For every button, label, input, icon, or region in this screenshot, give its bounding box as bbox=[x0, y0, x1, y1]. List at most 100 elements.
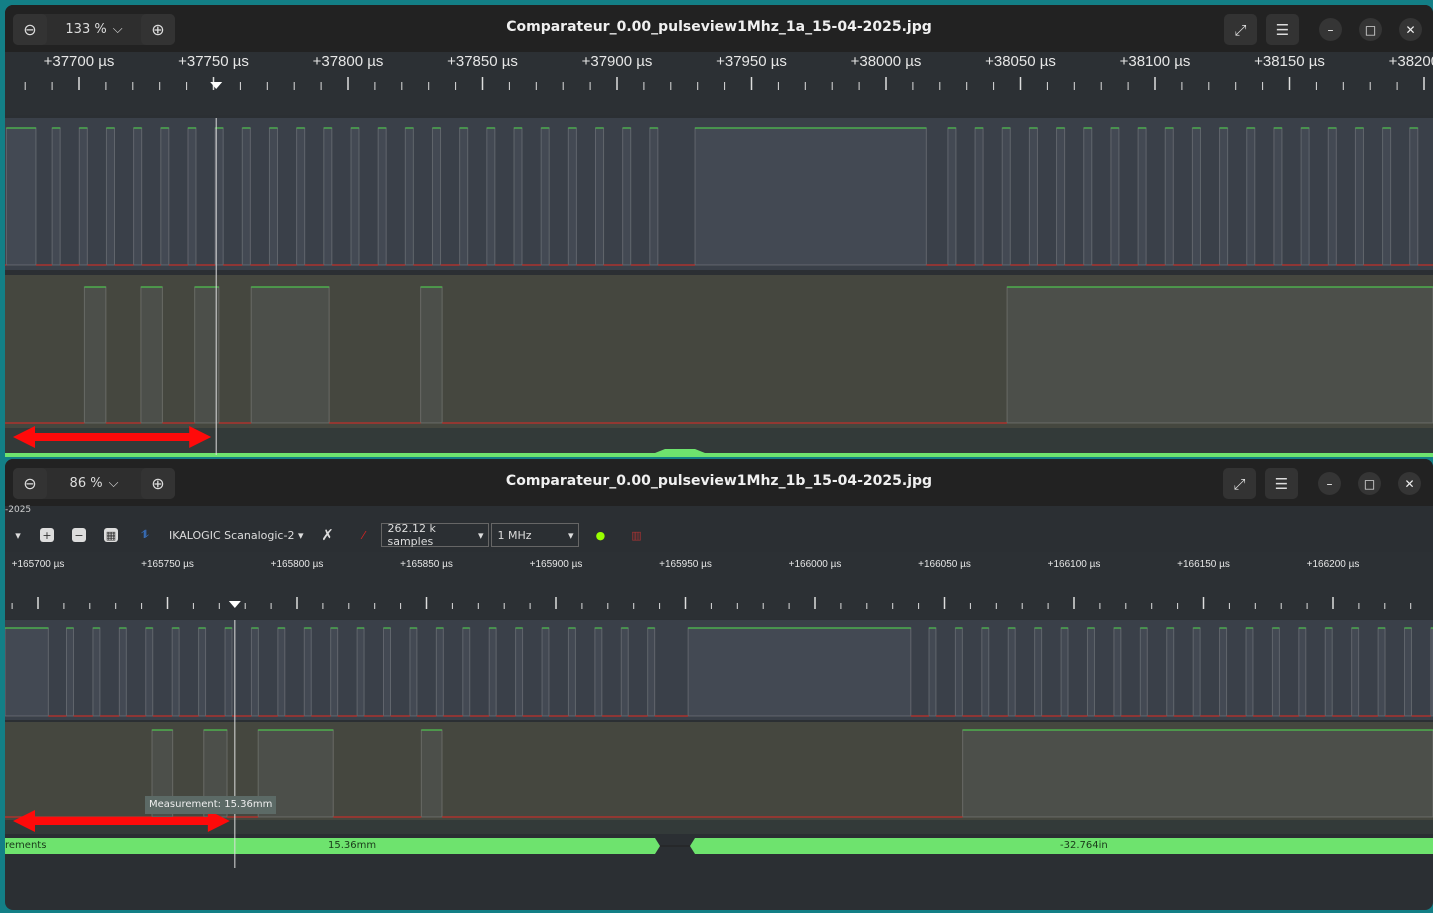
pulse-high bbox=[1324, 627, 1333, 717]
ruler-label: +165950 µs bbox=[659, 559, 712, 570]
pulse-high bbox=[377, 127, 387, 266]
ruler-label: +37950 µs bbox=[716, 53, 787, 70]
sample-rate-select[interactable]: 1 MHz ▾ bbox=[491, 523, 580, 547]
image-subtitle: -2025 bbox=[5, 505, 32, 515]
ruler-label: +166200 µs bbox=[1307, 559, 1360, 570]
sample-count: 262.12 k samples bbox=[387, 522, 436, 548]
grid-icon[interactable]: ▦ bbox=[104, 528, 118, 542]
pulse-high bbox=[5, 627, 49, 717]
pulse-high bbox=[541, 627, 550, 717]
pulse-high bbox=[118, 627, 127, 717]
pulse-high bbox=[1191, 127, 1201, 266]
ruler-label: +166150 µs bbox=[1177, 559, 1230, 570]
pulse-high bbox=[1219, 627, 1228, 717]
pulse-high bbox=[350, 127, 360, 266]
run-icon[interactable]: ● bbox=[591, 527, 609, 543]
cursor-markers-icon[interactable]: ⥮ bbox=[136, 527, 154, 543]
pulse-high bbox=[409, 627, 418, 717]
pulse-high bbox=[194, 286, 220, 424]
pulse-high bbox=[250, 286, 330, 424]
pulse-high bbox=[1001, 127, 1011, 266]
pulse-high bbox=[954, 627, 963, 717]
pulse-high bbox=[133, 127, 143, 266]
pulse-high bbox=[92, 627, 101, 717]
pulse-high bbox=[1382, 127, 1392, 266]
pulse-high bbox=[1006, 286, 1433, 424]
pulse-high bbox=[486, 127, 496, 266]
pulse-high bbox=[567, 127, 577, 266]
pulse-high bbox=[1028, 127, 1038, 266]
pulse-high bbox=[1086, 627, 1095, 717]
pulse-high bbox=[1246, 127, 1256, 266]
ruler-label: +165750 µs bbox=[141, 559, 194, 570]
pulse-high bbox=[1060, 627, 1069, 717]
pulse-high bbox=[224, 627, 233, 717]
pulse-high bbox=[1137, 127, 1147, 266]
pulse-high bbox=[687, 627, 912, 717]
pulse-high bbox=[1139, 627, 1148, 717]
pulse-high bbox=[1354, 127, 1364, 266]
pulse-high bbox=[1219, 127, 1229, 266]
probe-icon[interactable]: ⁄ bbox=[354, 527, 372, 543]
pulse-high bbox=[356, 627, 365, 717]
pulse-high bbox=[1300, 127, 1310, 266]
pulse-high bbox=[1083, 127, 1093, 266]
ruler-label: +165900 µs bbox=[530, 559, 583, 570]
pulse-high bbox=[622, 127, 632, 266]
pulse-high bbox=[1192, 627, 1201, 717]
pulse-high bbox=[515, 627, 524, 717]
pulse-high bbox=[250, 627, 259, 717]
logic-trace-view: +37700 µs +37750 µs +37800 µs +37850 µs +379… bbox=[5, 52, 1433, 457]
tools-icon[interactable]: ✗ bbox=[318, 526, 336, 544]
pulse-high bbox=[540, 127, 550, 266]
device-selector[interactable]: IKALOGIC Scanalogic-2 ▾ bbox=[169, 529, 303, 542]
pulse-high bbox=[431, 127, 442, 266]
ruler-label: +38100 µs bbox=[1120, 53, 1191, 70]
pulse-high bbox=[420, 286, 443, 424]
ruler-label: +166100 µs bbox=[1048, 559, 1101, 570]
pulse-high bbox=[51, 127, 61, 266]
pulse-high bbox=[187, 127, 197, 266]
dropdown-arrow-icon[interactable]: ▾ bbox=[9, 527, 27, 543]
add-icon[interactable]: + bbox=[40, 528, 54, 542]
pulseview-toolbar: ▾ + − ▦ ⥮ IKALOGIC Scanalogic-2 ▾ ✗ ⁄ 26… bbox=[5, 518, 1433, 552]
pulse-high bbox=[1110, 127, 1120, 266]
pulse-high bbox=[488, 627, 497, 717]
pulse-high bbox=[241, 127, 251, 266]
ruler-label: +166000 µs bbox=[789, 559, 842, 570]
pulse-high bbox=[268, 127, 279, 266]
pulse-high bbox=[620, 627, 629, 717]
pulse-high bbox=[974, 127, 984, 266]
pulse-high bbox=[649, 127, 659, 266]
remove-icon[interactable]: − bbox=[72, 528, 86, 542]
sample-count-select[interactable]: 262.12 k samples ▾ bbox=[381, 522, 490, 548]
ruler-label: +165850 µs bbox=[400, 559, 453, 570]
measurements-row-label: rements bbox=[5, 840, 47, 851]
pulse-high bbox=[1403, 627, 1412, 717]
device-name: IKALOGIC Scanalogic-2 bbox=[169, 528, 295, 542]
pulse-high bbox=[567, 627, 576, 717]
pulse-high bbox=[1271, 627, 1280, 717]
pulse-high bbox=[1113, 627, 1122, 717]
pulse-high bbox=[1327, 127, 1337, 266]
pulse-high bbox=[1273, 127, 1283, 266]
pulse-high bbox=[435, 627, 444, 717]
pulse-high bbox=[647, 627, 656, 717]
pulse-high bbox=[594, 627, 603, 717]
pulse-high bbox=[78, 127, 88, 266]
pulse-high bbox=[962, 729, 1433, 818]
pulse-high bbox=[459, 127, 469, 266]
pulse-high bbox=[1245, 627, 1254, 717]
pulse-high bbox=[462, 627, 471, 717]
pulse-high bbox=[330, 627, 339, 717]
pulse-high bbox=[303, 627, 312, 717]
stop-icon[interactable]: ▥ bbox=[627, 527, 645, 543]
pulse-high bbox=[105, 127, 116, 266]
pulse-high bbox=[981, 627, 990, 717]
image-viewer-window-top: ⊖ 133 % ⌵ ⊕ Comparateur_0.00_pulseview1Mh… bbox=[5, 5, 1433, 457]
measurement-tooltip: Measurement: 15.36mm bbox=[145, 796, 277, 814]
pulse-high bbox=[1056, 127, 1066, 266]
ruler-label: +37850 µs bbox=[447, 53, 518, 70]
ruler-label: +166050 µs bbox=[918, 559, 971, 570]
pulse-high bbox=[420, 729, 443, 818]
